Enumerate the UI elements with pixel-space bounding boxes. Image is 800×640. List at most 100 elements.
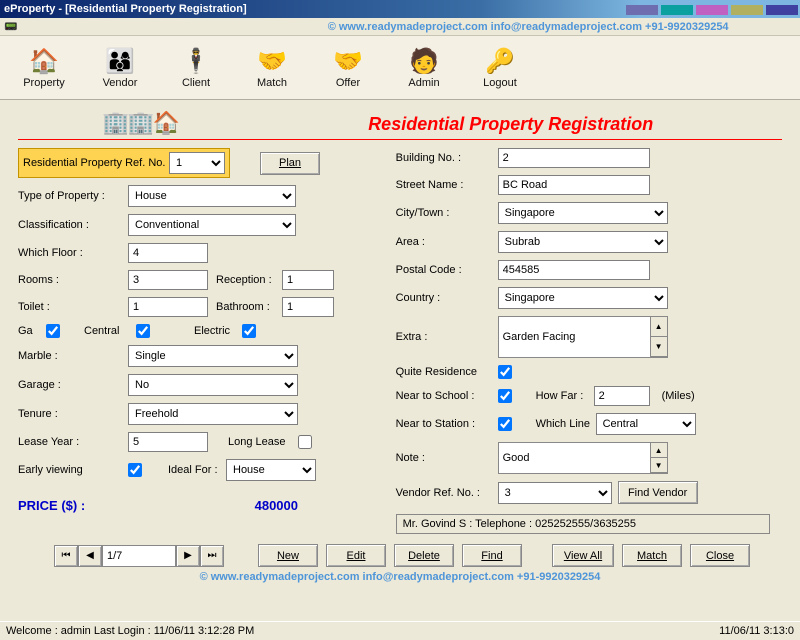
toolbar-vendor[interactable]: 👨‍👩‍👦 Vendor (94, 47, 146, 89)
which-line-label: Which Line (536, 418, 596, 430)
spin-up-icon[interactable]: ▲ (650, 317, 667, 337)
garage-label: Garage : (18, 379, 128, 391)
toolbar-admin[interactable]: 🧑 Admin (398, 47, 450, 89)
marble-label: Marble : (18, 350, 128, 362)
spin-down-icon[interactable]: ▼ (650, 458, 667, 473)
building-no-label: Building No. : (396, 152, 498, 164)
match-button[interactable]: Match (622, 544, 682, 567)
central-checkbox[interactable] (136, 324, 150, 338)
lease-year-input[interactable] (128, 432, 208, 452)
app-icon: 📟 (4, 20, 18, 33)
match-icon: 🤝 (256, 47, 288, 77)
country-select[interactable]: Singapore (498, 287, 668, 309)
gas-checkbox[interactable] (46, 324, 60, 338)
near-station-label: Near to Station : (396, 418, 498, 430)
postal-input[interactable] (498, 260, 650, 280)
footer-link[interactable]: © www.readymadeproject.com info@readymad… (18, 571, 782, 583)
area-label: Area : (396, 236, 498, 248)
area-select[interactable]: Subrab (498, 231, 668, 253)
classification-select[interactable]: Conventional (128, 214, 296, 236)
building-no-input[interactable] (498, 148, 650, 168)
close-button[interactable]: Close (690, 544, 750, 567)
view-all-button[interactable]: View All (552, 544, 614, 567)
ref-no-select[interactable]: 1 (169, 152, 225, 174)
vendor-ref-select[interactable]: 3 (498, 482, 612, 504)
how-far-input[interactable] (594, 386, 650, 406)
which-line-select[interactable]: Central (596, 413, 696, 435)
find-vendor-button[interactable]: Find Vendor (618, 481, 698, 504)
ideal-for-select[interactable]: House (226, 459, 316, 481)
type-of-property-label: Type of Property : (18, 190, 128, 202)
plan-button[interactable]: Plan (260, 152, 320, 175)
which-floor-input[interactable] (128, 243, 208, 263)
toolbar-logout[interactable]: 🔑 Logout (474, 47, 526, 89)
country-label: Country : (396, 292, 498, 304)
spin-down-icon[interactable]: ▼ (650, 337, 667, 357)
ref-no-label: Residential Property Ref. No. (23, 157, 169, 169)
quite-residence-label: Quite Residence (396, 366, 498, 378)
offer-icon: 🤝 (332, 47, 364, 77)
nav-last-button[interactable]: ⏭ (200, 545, 224, 567)
long-lease-label: Long Lease (228, 436, 298, 448)
early-viewing-checkbox[interactable] (128, 463, 142, 477)
spin-up-icon[interactable]: ▲ (650, 443, 667, 458)
vendor-display: Mr. Govind S : Telephone : 025252555/363… (396, 514, 770, 534)
near-school-checkbox[interactable] (498, 389, 512, 403)
vendor-icon: 👨‍👩‍👦 (104, 47, 136, 77)
type-of-property-select[interactable]: House (128, 185, 296, 207)
bathroom-label: Bathroom : (216, 301, 282, 313)
ga-label: Ga (18, 325, 46, 337)
find-button[interactable]: Find (462, 544, 522, 567)
header-link[interactable]: © www.readymadeproject.com info@readymad… (328, 21, 729, 33)
toolbar-property[interactable]: 🏠 Property (18, 47, 70, 89)
titlebar-text: eProperty - [Residential Property Regist… (4, 3, 247, 15)
marble-select[interactable]: Single (128, 345, 298, 367)
status-right: 11/06/11 3:13:0 (719, 625, 794, 637)
rooms-input[interactable] (128, 270, 208, 290)
bathroom-input[interactable] (282, 297, 334, 317)
right-column: Building No. : Street Name : City/Town :… (396, 148, 782, 534)
record-indicator[interactable] (102, 545, 176, 567)
central-label: Central (84, 325, 136, 337)
form-card: 🏢🏢🏠 Residential Property Registration Re… (8, 102, 792, 596)
which-floor-label: Which Floor : (18, 247, 128, 259)
note-label: Note : (396, 452, 498, 464)
logout-icon: 🔑 (484, 47, 516, 77)
near-station-checkbox[interactable] (498, 417, 512, 431)
early-viewing-label: Early viewing (18, 464, 128, 476)
lease-year-label: Lease Year : (18, 436, 128, 448)
menubar: 📟 © www.readymadeproject.com info@readym… (0, 18, 800, 36)
tenure-select[interactable]: Freehold (128, 403, 298, 425)
nav-next-button[interactable]: ▶ (176, 545, 200, 567)
toolbar-offer[interactable]: 🤝 Offer (322, 47, 374, 89)
edit-button[interactable]: Edit (326, 544, 386, 567)
note-input[interactable]: ▲▼ (498, 442, 668, 474)
city-label: City/Town : (396, 207, 498, 219)
rooms-label: Rooms : (18, 274, 128, 286)
garage-select[interactable]: No (128, 374, 298, 396)
long-lease-checkbox[interactable] (298, 435, 312, 449)
nav-prev-button[interactable]: ◀ (78, 545, 102, 567)
toilet-input[interactable] (128, 297, 208, 317)
price-value: 480000 (128, 498, 298, 513)
city-select[interactable]: Singapore (498, 202, 668, 224)
reception-input[interactable] (282, 270, 334, 290)
ideal-for-label: Ideal For : (168, 464, 226, 476)
street-name-input[interactable] (498, 175, 650, 195)
titlebar: eProperty - [Residential Property Regist… (0, 0, 800, 18)
price-label: PRICE ($) : (18, 498, 128, 513)
toolbar-client[interactable]: 🕴️ Client (170, 47, 222, 89)
new-button[interactable]: New (258, 544, 318, 567)
status-bar: Welcome : admin Last Login : 11/06/11 3:… (0, 621, 800, 640)
page-title: Residential Property Registration (368, 114, 653, 135)
electric-checkbox[interactable] (242, 324, 256, 338)
nav-first-button[interactable]: ⏮ (54, 545, 78, 567)
quite-residence-checkbox[interactable] (498, 365, 512, 379)
miles-label: (Miles) (662, 390, 695, 402)
delete-button[interactable]: Delete (394, 544, 454, 567)
near-school-label: Near to School : (396, 390, 498, 402)
classification-label: Classification : (18, 219, 128, 231)
toolbar-match[interactable]: 🤝 Match (246, 47, 298, 89)
status-left: Welcome : admin Last Login : 11/06/11 3:… (6, 625, 254, 637)
extra-input[interactable]: ▲▼ (498, 316, 668, 358)
